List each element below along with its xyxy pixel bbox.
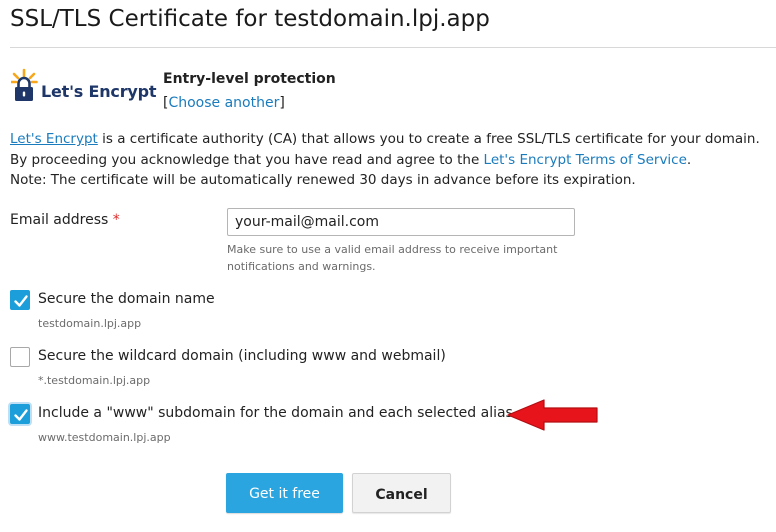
secure-wildcard-label[interactable]: Secure the wildcard domain (including ww… xyxy=(38,348,446,364)
email-label-text: Email address xyxy=(10,212,109,228)
description-line-3: Note: The certificate will be automatica… xyxy=(10,172,636,188)
secure-domain-checkbox[interactable] xyxy=(10,290,30,310)
description-line-2: By proceeding you acknowledge that you h… xyxy=(10,150,760,171)
title-divider xyxy=(10,47,776,48)
red-arrow-annotation xyxy=(507,399,598,431)
bracket-close: ] xyxy=(279,95,285,111)
get-it-free-button[interactable]: Get it free xyxy=(226,473,343,513)
description: Let's Encrypt is a certificate authority… xyxy=(10,129,760,191)
description-line-2-end: . xyxy=(686,151,692,168)
secure-wildcard-sub: *.testdomain.lpj.app xyxy=(38,374,151,387)
description-line-1-text: is a certificate authority (CA) that all… xyxy=(97,131,760,147)
choose-another-link[interactable]: Choose another xyxy=(168,95,279,111)
include-www-sub: www.testdomain.lpj.app xyxy=(38,431,171,444)
logo-text: Let's Encrypt xyxy=(41,82,157,101)
provider-level: Entry-level protection xyxy=(163,71,336,87)
secure-domain-sub: testdomain.lpj.app xyxy=(38,317,142,330)
page-title: SSL/TLS Certificate for testdomain.lpj.a… xyxy=(10,6,490,32)
lets-encrypt-logo: Let's Encrypt xyxy=(11,68,157,102)
lets-encrypt-lock-icon xyxy=(11,68,38,101)
lets-encrypt-link[interactable]: Let's Encrypt xyxy=(10,131,98,147)
include-www-checkbox[interactable] xyxy=(10,404,30,424)
include-www-label[interactable]: Include a "www" subdomain for the domain… xyxy=(38,405,513,421)
checkmark-icon xyxy=(14,295,28,307)
description-line-1: Let's Encrypt is a certificate authority… xyxy=(10,129,760,150)
checkmark-icon xyxy=(14,409,28,421)
secure-wildcard-checkbox[interactable] xyxy=(10,347,30,367)
description-line-2-text: By proceeding you acknowledge that you h… xyxy=(10,151,484,168)
terms-of-service-link[interactable]: Let's Encrypt Terms of Service xyxy=(484,152,687,168)
email-label: Email address * xyxy=(10,212,120,228)
provider-choose: [Choose another] xyxy=(163,95,285,111)
email-hint: Make sure to use a valid email address t… xyxy=(227,243,558,273)
cancel-button[interactable]: Cancel xyxy=(352,473,451,513)
required-star: * xyxy=(112,212,120,228)
email-input[interactable] xyxy=(227,208,575,236)
secure-domain-label[interactable]: Secure the domain name xyxy=(38,291,215,307)
